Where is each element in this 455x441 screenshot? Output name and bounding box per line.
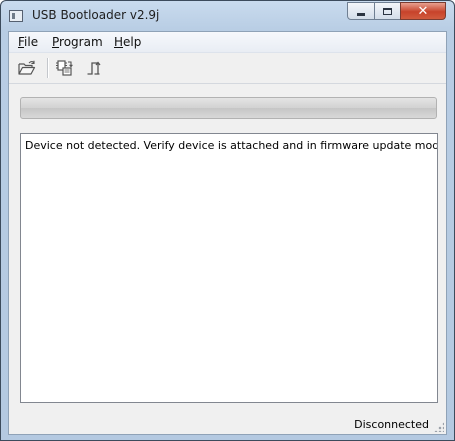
close-icon: ✕ [417,3,429,19]
menu-help-accelerator: H [114,35,124,49]
progress-bar [20,97,437,119]
application-window: USB Bootloader v2.9j ✕ File Program Help [0,0,455,441]
menu-file-label: ile [24,35,39,49]
program-device-icon [56,60,73,76]
toolbar-separator [47,58,49,78]
open-folder-icon [18,60,36,75]
resize-grip-icon[interactable] [434,422,444,432]
menu-program-accelerator: P [52,35,60,49]
toolbar [9,53,446,84]
menu-bar: File Program Help [9,32,446,53]
menu-help-label: elp [123,35,142,49]
status-bar: Disconnected [9,413,446,434]
log-message: Device not detected. Verify device is at… [25,139,438,152]
log-output[interactable]: Device not detected. Verify device is at… [20,133,438,403]
app-icon[interactable] [9,10,23,22]
reset-device-icon [87,61,101,75]
client-area: File Program Help Device not detected. V… [8,31,447,435]
reset-device-button[interactable] [85,58,105,78]
menu-help[interactable]: Help [114,35,141,49]
menu-program[interactable]: Program [52,35,103,49]
minimize-icon [357,12,365,16]
open-hex-button[interactable] [17,58,37,78]
maximize-icon [383,7,392,15]
minimize-button[interactable] [347,2,375,20]
menu-program-label: rogram [59,35,103,49]
connection-status: Disconnected [354,418,429,431]
title-bar[interactable]: USB Bootloader v2.9j ✕ [1,1,454,31]
close-button[interactable]: ✕ [400,2,446,20]
window-title: USB Bootloader v2.9j [32,8,160,22]
maximize-button[interactable] [374,2,401,20]
program-device-button[interactable] [54,58,74,78]
menu-file[interactable]: File [18,35,38,49]
